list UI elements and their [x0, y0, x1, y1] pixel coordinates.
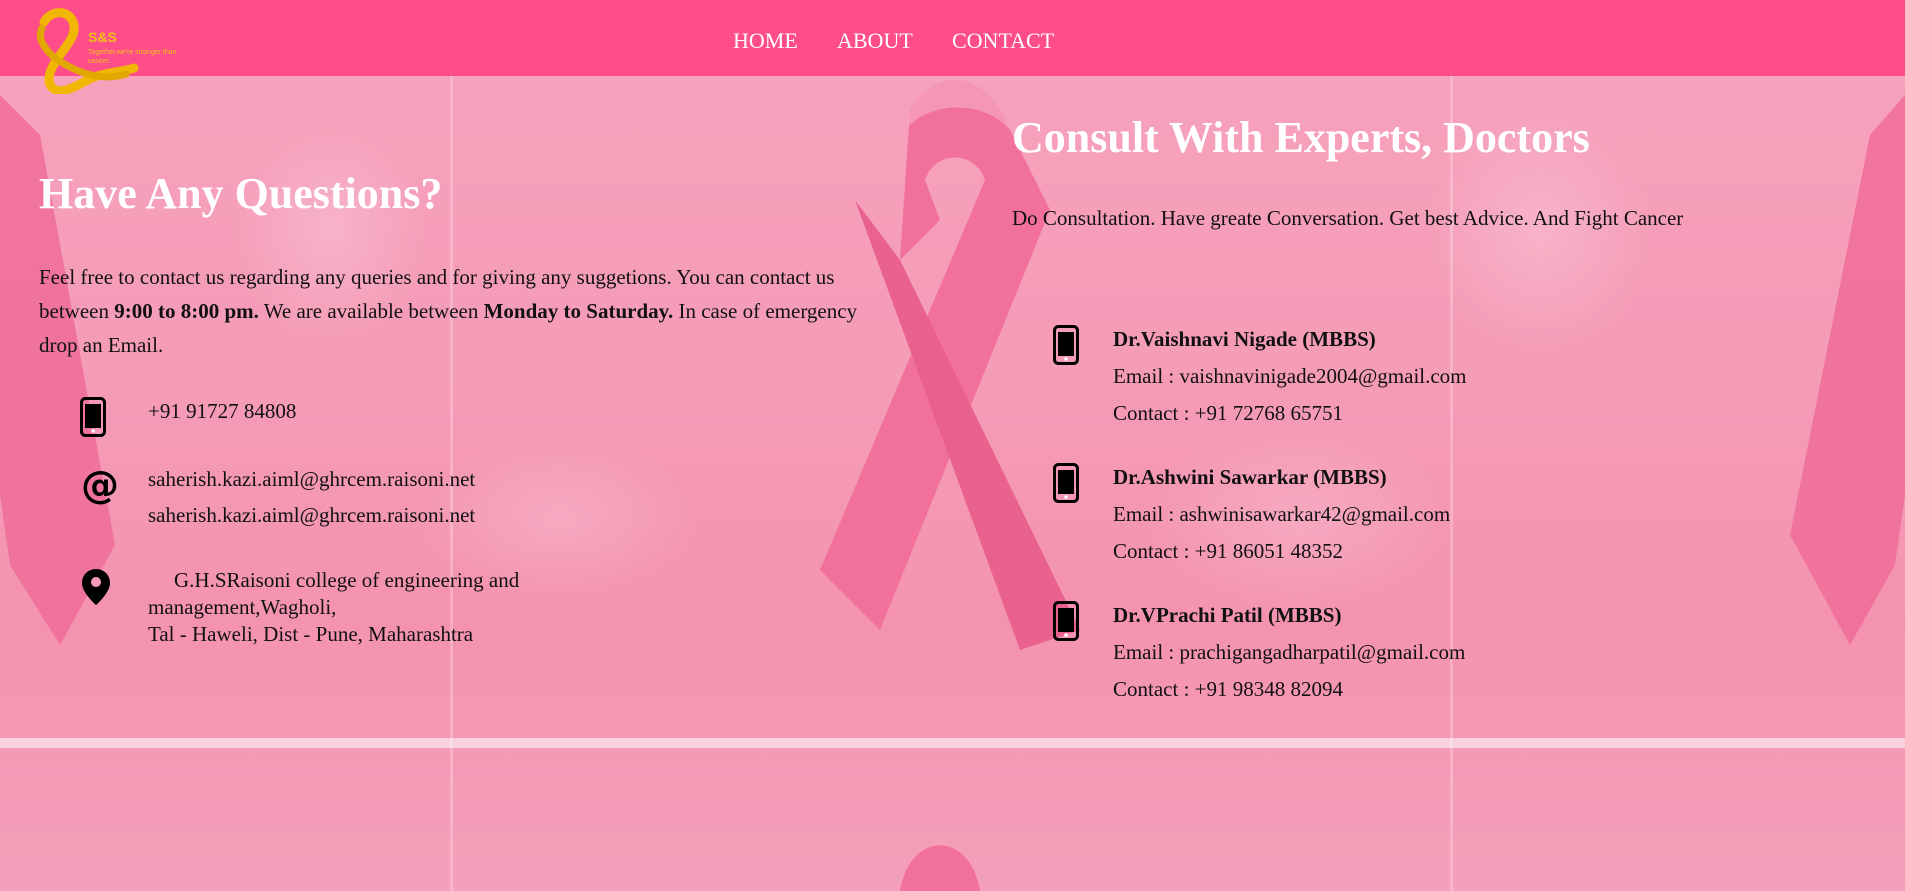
contact-address: G.H.SRaisoni college of engineering and …: [148, 567, 568, 648]
address-line-2: Tal - Haweli, Dist - Pune, Maharashtra: [148, 622, 474, 646]
location-pin-icon: [82, 569, 110, 605]
contact-heading: Have Any Questions?: [39, 169, 443, 218]
brand-tagline: Together,we're stronger than cancer.: [88, 49, 177, 65]
phone-icon: [80, 397, 106, 437]
contact-email-2[interactable]: saherish.kazi.aiml@ghrcem.raisoni.net: [148, 497, 475, 534]
pink-ribbon-image: [1790, 95, 1905, 645]
page-background: [0, 0, 1905, 891]
at-icon: @: [81, 465, 119, 505]
svg-text:@: @: [81, 465, 119, 505]
phone-icon: [1053, 601, 1079, 641]
doctor-contact[interactable]: Contact : +91 98348 82094: [1113, 671, 1465, 708]
background-band: [0, 738, 1905, 748]
doctor-email[interactable]: Email : vaishnavinigade2004@gmail.com: [1113, 358, 1467, 395]
contact-email-1[interactable]: saherish.kazi.aiml@ghrcem.raisoni.net: [148, 461, 475, 498]
doctor-card: Dr.Vaishnavi Nigade (MBBS) Email : vaish…: [1113, 321, 1467, 432]
doctor-name: Dr.Vaishnavi Nigade (MBBS): [1113, 327, 1376, 351]
doctor-card: Dr.Ashwini Sawarkar (MBBS) Email : ashwi…: [1113, 459, 1450, 570]
nav-about-link[interactable]: ABOUT: [837, 28, 913, 54]
doctor-contact[interactable]: Contact : +91 72768 65751: [1113, 395, 1467, 432]
doctor-email[interactable]: Email : prachigangadharpatil@gmail.com: [1113, 634, 1465, 671]
phone-icon: [1053, 325, 1079, 365]
phone-icon: [1053, 463, 1079, 503]
header-bar: S&S Together,we're stronger than cancer.…: [0, 0, 1905, 94]
doctor-card: Dr.VPrachi Patil (MBBS) Email : prachiga…: [1113, 597, 1465, 708]
address-line-1: G.H.SRaisoni college of engineering and …: [148, 568, 520, 619]
doctor-email[interactable]: Email : ashwinisawarkar42@gmail.com: [1113, 496, 1450, 533]
contact-phone[interactable]: +91 91727 84808: [148, 393, 296, 430]
contact-desc-text: We are available between: [258, 299, 484, 323]
brand-name: S&S: [88, 29, 117, 45]
contact-days: Monday to Saturday.: [483, 299, 674, 323]
experts-subtitle: Do Consultation. Have greate Conversatio…: [1012, 206, 1684, 230]
nav-contact-link[interactable]: CONTACT: [952, 28, 1054, 54]
tile-divider: [1450, 75, 1453, 891]
nav-home-link[interactable]: HOME: [733, 28, 798, 54]
pink-ribbon-image: [900, 845, 980, 891]
doctor-contact[interactable]: Contact : +91 86051 48352: [1113, 533, 1450, 570]
contact-hours: 9:00 to 8:00 pm.: [114, 299, 259, 323]
doctor-name: Dr.VPrachi Patil (MBBS): [1113, 603, 1342, 627]
contact-description: Feel free to contact us regarding any qu…: [39, 260, 859, 362]
doctor-name: Dr.Ashwini Sawarkar (MBBS): [1113, 465, 1387, 489]
experts-heading: Consult With Experts, Doctors: [1012, 113, 1590, 162]
